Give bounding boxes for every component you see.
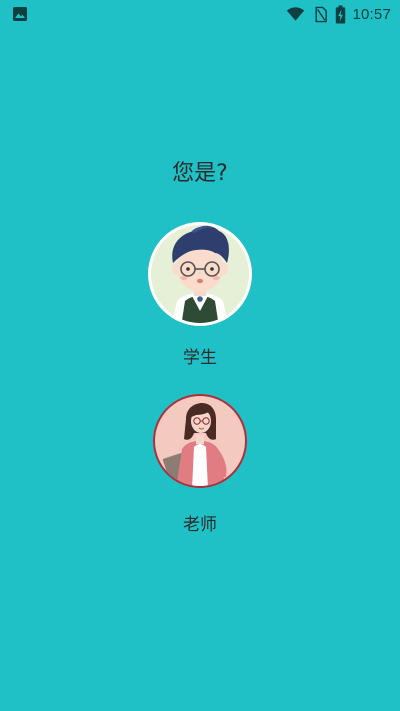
student-option[interactable]: 学生: [0, 219, 400, 368]
teacher-avatar[interactable]: [152, 393, 248, 493]
teacher-label[interactable]: 老师: [0, 510, 400, 535]
image-icon: [13, 7, 27, 21]
no-sim-icon: [315, 6, 328, 22]
status-bar: 10:57: [0, 0, 400, 28]
page-title: 您是?: [172, 161, 228, 186]
wifi-icon: [287, 7, 305, 21]
student-avatar-image: [148, 222, 252, 326]
status-indicators: 10:57: [285, 3, 391, 25]
student-label[interactable]: 学生: [0, 343, 400, 368]
battery-charging-icon: [336, 4, 346, 24]
teacher-avatar-image: [153, 394, 247, 488]
teacher-option[interactable]: 老师: [0, 393, 400, 535]
status-time: 10:57: [352, 5, 391, 23]
student-avatar[interactable]: [147, 219, 253, 331]
